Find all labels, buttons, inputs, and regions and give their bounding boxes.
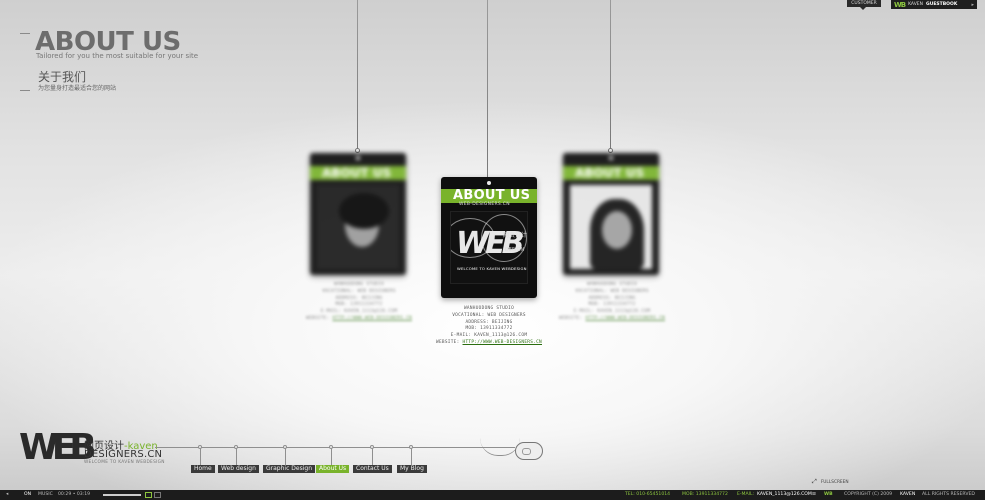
info-studio: WANHUODONG STUDIO bbox=[333, 282, 385, 287]
info-vocational: VOCATIONAL: WEB DESIGNERS bbox=[575, 288, 649, 294]
footer-email-label: E-MAIL: bbox=[737, 492, 755, 497]
mini-logo-icon: WB bbox=[894, 0, 906, 9]
nav-dot bbox=[370, 445, 374, 449]
info-block-center: WANHUODONG STUDIO VOCATIONAL: WEB DESIGN… bbox=[429, 306, 549, 347]
profile-photo bbox=[317, 185, 399, 269]
footer-tel: TEL: 010-65451014 bbox=[625, 492, 671, 497]
music-time: 00:29 • 03:19 bbox=[58, 492, 91, 497]
footer-bar: ◂ ON MUSIC 00:29 • 03:19 TEL: 010-654510… bbox=[0, 490, 985, 500]
info-website: WEBSITE: HTTP://WWW.WEB-DESIGNERS.CN bbox=[300, 316, 418, 323]
nav-dot bbox=[283, 445, 287, 449]
footer-logo-icon: WB bbox=[824, 492, 833, 497]
info-website-link[interactable]: HTTP://WWW.WEB-DESIGNERS.CN bbox=[333, 316, 412, 321]
nav-home[interactable]: Home bbox=[191, 465, 215, 473]
info-email: E-MAIL: KAVEN_1113@126.COM bbox=[320, 309, 398, 315]
nav-my-blog[interactable]: My Blog bbox=[397, 465, 427, 473]
close-icon[interactable]: ⊠ bbox=[812, 492, 816, 497]
logo-welcome: WELCOME TO KAVEN WEBDESIGN bbox=[84, 460, 165, 465]
card-band: ABOUT US bbox=[441, 189, 537, 203]
info-website-label: WEBSITE: bbox=[559, 315, 583, 321]
info-website-label: WEBSITE: bbox=[436, 339, 460, 345]
site-logo[interactable]: WEB bbox=[19, 430, 97, 466]
nav-dot bbox=[329, 445, 333, 449]
nav-contact-us[interactable]: Contact Us bbox=[353, 465, 392, 473]
nav-drop bbox=[236, 447, 237, 465]
nav-dot bbox=[234, 445, 238, 449]
card-string-center bbox=[487, 0, 488, 182]
info-vocational: VOCATIONAL: WEB DESIGNERS bbox=[322, 288, 396, 294]
info-website-link[interactable]: HTTP://WWW.WEB-DESIGNERS.CN bbox=[586, 316, 665, 321]
card-hole bbox=[356, 156, 360, 160]
guestbook-button[interactable]: WB KAVEN GUESTBOOK ▸ bbox=[891, 0, 977, 9]
guestbook-prefix: KAVEN bbox=[908, 2, 924, 7]
card-hole bbox=[609, 156, 613, 160]
nav-dot bbox=[409, 445, 413, 449]
fullscreen-label: FULLSCREEN bbox=[820, 479, 849, 485]
card-string-left bbox=[357, 0, 358, 150]
footer-owner: KAVEN bbox=[900, 492, 916, 497]
mouse-icon bbox=[515, 442, 543, 460]
info-vocational: VOCATIONAL: WEB DESIGNERS bbox=[452, 312, 526, 318]
nav-drop bbox=[411, 447, 412, 465]
info-email: E-MAIL: KAVEN_1113@126.COM bbox=[573, 309, 651, 315]
card-hole bbox=[487, 181, 491, 185]
nav-drop bbox=[285, 447, 286, 465]
card-string-right bbox=[610, 0, 611, 150]
music-progress[interactable] bbox=[103, 494, 141, 496]
nav-line bbox=[155, 447, 515, 448]
music-label: MUSIC bbox=[38, 492, 53, 497]
card-band: ABOUT US bbox=[563, 166, 659, 180]
poster-cn: 网页设计 bbox=[503, 232, 528, 239]
mouse-cable bbox=[480, 438, 520, 456]
info-studio: WANHUODONG STUDIO bbox=[586, 282, 638, 287]
profile-card-center[interactable]: ABOUT US WEB-DESIGNERS.CN WEB 网页设计 -DESI… bbox=[441, 177, 537, 298]
music-slider-handle[interactable] bbox=[145, 492, 152, 498]
nav-dot bbox=[198, 445, 202, 449]
nav-drop bbox=[200, 447, 201, 465]
header-rule-top bbox=[20, 33, 30, 34]
footer-email[interactable]: KAVEN_1113@126.COM bbox=[757, 492, 812, 497]
profile-card-right[interactable]: ABOUT US bbox=[563, 153, 659, 275]
info-studio: WANHUODONG STUDIO bbox=[463, 306, 515, 311]
poster-welcome: WELCOME TO KAVEN WEBDESIGN bbox=[457, 266, 527, 271]
fullscreen-icon: ⤢ bbox=[812, 478, 817, 485]
info-website-label: WEBSITE: bbox=[306, 315, 330, 321]
face-shape bbox=[602, 211, 632, 249]
nav-drop bbox=[372, 447, 373, 465]
customer-pointer bbox=[860, 7, 866, 10]
customer-button[interactable]: CUSTOMER bbox=[847, 0, 881, 7]
page-subtitle-cn: 为您量身打造最适合您的网站 bbox=[38, 85, 117, 92]
hair-shape bbox=[339, 193, 389, 229]
profile-photo bbox=[570, 185, 652, 269]
info-website: WEBSITE: HTTP://WWW.WEB-DESIGNERS.CN bbox=[429, 340, 549, 347]
brand-poster: WEB 网页设计 -DESIGN WELCOME TO KAVEN WEBDES… bbox=[450, 211, 528, 284]
info-block-left: WANHUODONG STUDIO VOCATIONAL: WEB DESIGN… bbox=[300, 282, 418, 323]
nav-graphic-design[interactable]: Graphic Design bbox=[263, 465, 315, 473]
nav-web-design[interactable]: Web design bbox=[218, 465, 259, 473]
guestbook-label: GUESTBOOK bbox=[926, 2, 958, 7]
arrow-right-icon: ▸ bbox=[971, 1, 974, 8]
footer-mob: MOB: 13911334772 bbox=[682, 492, 728, 497]
speaker-icon[interactable]: ◂ bbox=[6, 492, 8, 497]
info-email: E-MAIL: KAVEN_1113@126.COM bbox=[450, 333, 528, 339]
card-site: WEB-DESIGNERS.CN bbox=[459, 202, 510, 207]
music-toggle[interactable] bbox=[154, 492, 161, 498]
nav-drop bbox=[331, 447, 332, 465]
footer-copyright: COPYRIGHT (C) 2009 bbox=[844, 492, 893, 497]
header-rule-bottom bbox=[20, 90, 30, 91]
fullscreen-button[interactable]: ⤢ FULLSCREEN bbox=[812, 478, 849, 486]
nav-about-us[interactable]: About Us bbox=[316, 465, 350, 473]
music-state[interactable]: ON bbox=[24, 492, 31, 497]
footer-rights: ALL RIGHTS RESERVED bbox=[922, 492, 975, 497]
logo-en: DESIGNERS.CN bbox=[84, 449, 163, 460]
info-block-right: WANHUODONG STUDIO VOCATIONAL: WEB DESIGN… bbox=[553, 282, 671, 323]
page-subtitle: Tailored for you the most suitable for y… bbox=[36, 52, 199, 60]
info-website-link[interactable]: HTTP://WWW.WEB-DESIGNERS.CN bbox=[463, 340, 542, 345]
info-website: WEBSITE: HTTP://WWW.WEB-DESIGNERS.CN bbox=[553, 316, 671, 323]
card-band: ABOUT US bbox=[310, 166, 406, 180]
poster-design: -DESIGN bbox=[503, 247, 525, 253]
profile-card-left[interactable]: ABOUT US bbox=[310, 153, 406, 275]
